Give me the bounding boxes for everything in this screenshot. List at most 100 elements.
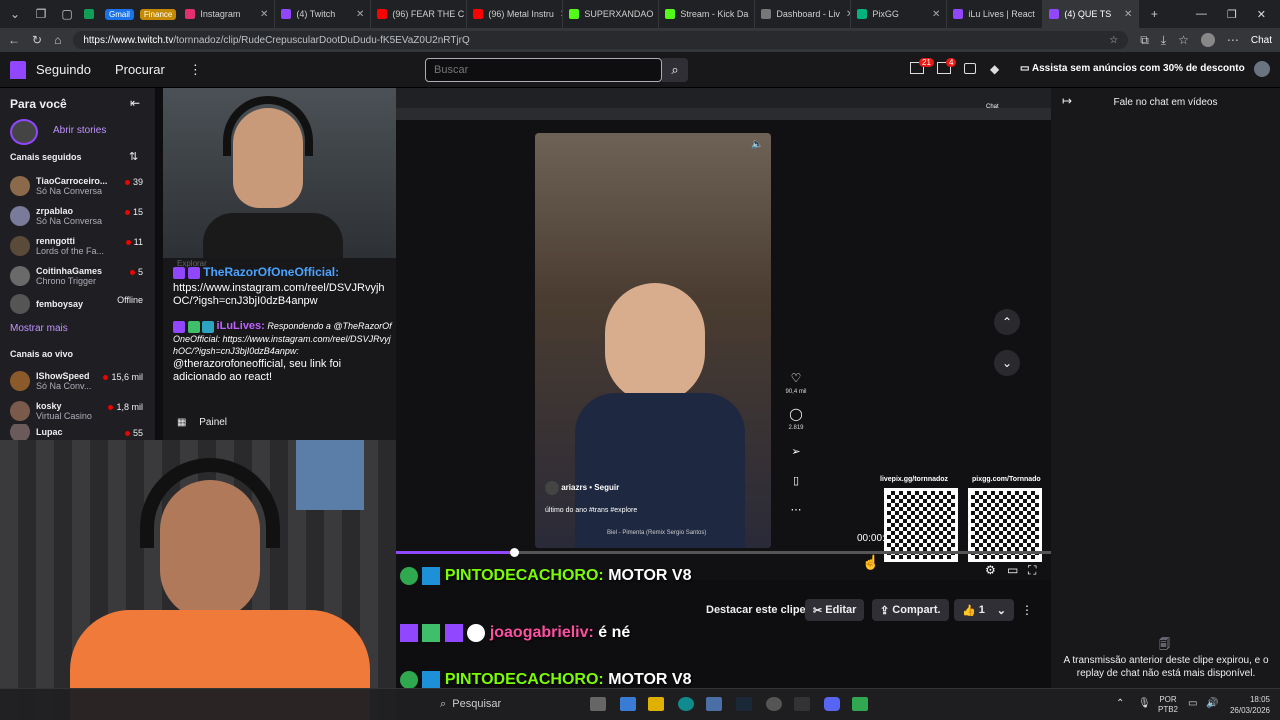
tab-active[interactable]: (4) QUE TS ✕ <box>1043 0 1140 28</box>
home-icon[interactable]: ⌂ <box>54 33 61 47</box>
more-dots-icon[interactable]: ⋮ <box>189 62 202 78</box>
prev-reel-button[interactable]: ⌃ <box>994 309 1020 335</box>
tab-youtube-2[interactable]: (96) Metal Instru✕ <box>467 0 564 28</box>
share-button[interactable]: ⇪ Compart. <box>872 599 949 621</box>
tray-chevron-icon[interactable]: ⌃ <box>1116 698 1124 709</box>
user-avatar[interactable] <box>1254 61 1270 77</box>
language-indicator[interactable]: POR PTB2 <box>1158 695 1178 715</box>
prime-icon[interactable]: ◆ <box>990 62 999 76</box>
panel-button[interactable]: ▦ Painel <box>177 417 227 428</box>
like-button[interactable]: 👍 1 ⌄ <box>954 599 1014 621</box>
drops-icon[interactable]: 4 <box>937 58 957 74</box>
close-icon[interactable]: ✕ <box>748 9 754 20</box>
inbox-icon[interactable]: 21 <box>910 58 934 74</box>
tab-twitch[interactable]: (4) Twitch ✕ <box>275 0 372 28</box>
nav-browse[interactable]: Procurar <box>115 62 165 77</box>
next-reel-button[interactable]: ⌄ <box>994 350 1020 376</box>
close-icon[interactable]: ✕ <box>1035 9 1043 20</box>
sidebar-channel[interactable]: TiaoCarroceiro... Só Na Conversa 39 <box>10 173 155 199</box>
reel-author[interactable]: ariazrs • Seguir <box>545 481 619 495</box>
tab-sheets[interactable] <box>78 0 102 28</box>
taskview-icon[interactable] <box>590 697 606 711</box>
more-options-icon[interactable]: ⋮ <box>1021 603 1033 617</box>
clock[interactable]: 18:05 26/03/2026 <box>1224 694 1270 716</box>
menu-dots-icon[interactable]: ⋯ <box>1227 33 1239 47</box>
url-field[interactable]: https://www.twitch.tv/tornnadoz/clip/Rud… <box>73 31 1129 49</box>
search-icon[interactable]: ⌕ <box>662 58 688 82</box>
highlight-clip-button[interactable]: Destacar este clipe <box>698 599 814 621</box>
tab-instagram[interactable]: Instagram ✕ <box>179 0 276 28</box>
volume-icon[interactable]: 🔊 <box>1206 698 1218 709</box>
whispers-icon[interactable] <box>964 63 976 74</box>
tab-pixgg[interactable]: PixGG ✕ <box>851 0 948 28</box>
close-icon[interactable]: ✕ <box>554 9 562 20</box>
more-icon[interactable]: ⋯ <box>787 503 805 516</box>
tab-search-icon[interactable]: ⌄ <box>4 3 26 25</box>
turbo-promo[interactable]: ▭ Assista sem anúncios com 30% de descon… <box>1020 63 1245 74</box>
comment-icon[interactable]: ◯ <box>787 407 805 421</box>
search-input[interactable] <box>425 58 662 82</box>
chevron-down-icon[interactable]: ⌄ <box>997 604 1006 617</box>
progress-handle[interactable] <box>509 548 519 557</box>
sidebar-channel[interactable]: renngotti Lords of the Fa... 11 <box>10 233 155 259</box>
sidebar-channel[interactable]: kosky Virtual Casino 1,8 mil <box>10 398 155 424</box>
discord-icon[interactable] <box>824 697 840 711</box>
app2-icon[interactable] <box>852 697 868 711</box>
taskbar-search[interactable]: ⌕ Pesquisar <box>440 698 501 711</box>
close-icon[interactable]: ✕ <box>350 9 364 20</box>
mic-icon[interactable]: 🎙 <box>1138 698 1151 709</box>
reel-follow[interactable]: Seguir <box>594 483 619 492</box>
bookmark-icon[interactable]: ▯ <box>787 474 805 487</box>
sort-icon[interactable]: ⇅ <box>129 150 138 163</box>
sidebar-channel[interactable]: femboysay Offline <box>10 291 155 317</box>
close-icon[interactable]: ✕ <box>1118 9 1132 20</box>
nav-following[interactable]: Seguindo <box>36 62 91 77</box>
collapse-sidebar-icon[interactable]: ⇤ <box>130 96 140 110</box>
show-more-link[interactable]: Mostrar mais <box>10 323 68 334</box>
maximize-icon[interactable]: ❐ <box>1227 8 1237 21</box>
close-icon[interactable]: ✕ <box>926 9 940 20</box>
new-tab-button[interactable]: + <box>1143 3 1165 25</box>
obs-icon[interactable] <box>766 697 782 711</box>
mute-icon[interactable]: 🔈 <box>751 139 763 150</box>
sidebar-channel[interactable]: Lupac 55 <box>10 424 155 440</box>
network-icon[interactable]: ▭ <box>1188 698 1197 709</box>
tab-group-finance[interactable]: Finance <box>139 8 177 20</box>
theater-mode-icon[interactable]: ▭ <box>1007 563 1018 577</box>
copilot-chat-button[interactable]: Chat <box>1251 35 1272 46</box>
minimize-icon[interactable]: — <box>1196 8 1207 21</box>
close-icon[interactable]: ✕ <box>254 9 268 20</box>
back-icon[interactable]: ← <box>8 33 20 47</box>
progress-track[interactable] <box>396 551 1051 554</box>
edge-icon[interactable] <box>678 697 694 711</box>
settings-gear-icon[interactable]: ⚙ <box>985 563 996 577</box>
tab-dashboard[interactable]: Dashboard - Liv✕ <box>755 0 852 28</box>
tab-kick-1[interactable]: SUPERXANDAO✕ <box>563 0 660 28</box>
open-stories-link[interactable]: Abrir stories <box>53 125 106 136</box>
workspaces-icon[interactable]: ❐ <box>30 3 52 25</box>
tab-youtube-1[interactable]: (96) FEAR THE C✕ <box>371 0 468 28</box>
copilot-icon[interactable] <box>620 697 636 711</box>
extensions-icon[interactable]: ⧉ <box>1140 33 1149 48</box>
sidebar-channel[interactable]: zrpablao Só Na Conversa 15 <box>10 203 155 229</box>
tab-actions-icon[interactable]: ▢ <box>56 3 78 25</box>
store-icon[interactable] <box>706 697 722 711</box>
tab-group-gmail[interactable]: Gmail <box>105 8 134 20</box>
file-explorer-icon[interactable] <box>648 697 664 711</box>
twitch-logo-icon[interactable] <box>10 60 26 79</box>
fullscreen-icon[interactable]: ⛶ <box>1028 563 1036 578</box>
sidebar-channel[interactable]: IShowSpeed Só Na Conv... 15,6 mil <box>10 368 155 394</box>
favorites-icon[interactable]: ☆ <box>1178 33 1189 47</box>
steam-icon[interactable] <box>736 697 752 711</box>
edit-button[interactable]: ✂ Editar <box>805 599 865 621</box>
tab-kick-2[interactable]: Stream - Kick Da✕ <box>659 0 756 28</box>
profile-avatar[interactable] <box>1200 33 1215 47</box>
tab-react[interactable]: iLu Lives | React✕ <box>947 0 1044 28</box>
download-icon[interactable]: ⤓ <box>1161 33 1166 48</box>
star-icon[interactable]: ☆ <box>1109 35 1118 46</box>
reload-icon[interactable]: ↻ <box>32 33 42 47</box>
app-icon[interactable] <box>794 697 810 711</box>
share-icon[interactable]: ➢ <box>787 445 805 458</box>
close-window-icon[interactable]: ✕ <box>1257 8 1266 21</box>
stories-avatar[interactable] <box>10 119 38 145</box>
